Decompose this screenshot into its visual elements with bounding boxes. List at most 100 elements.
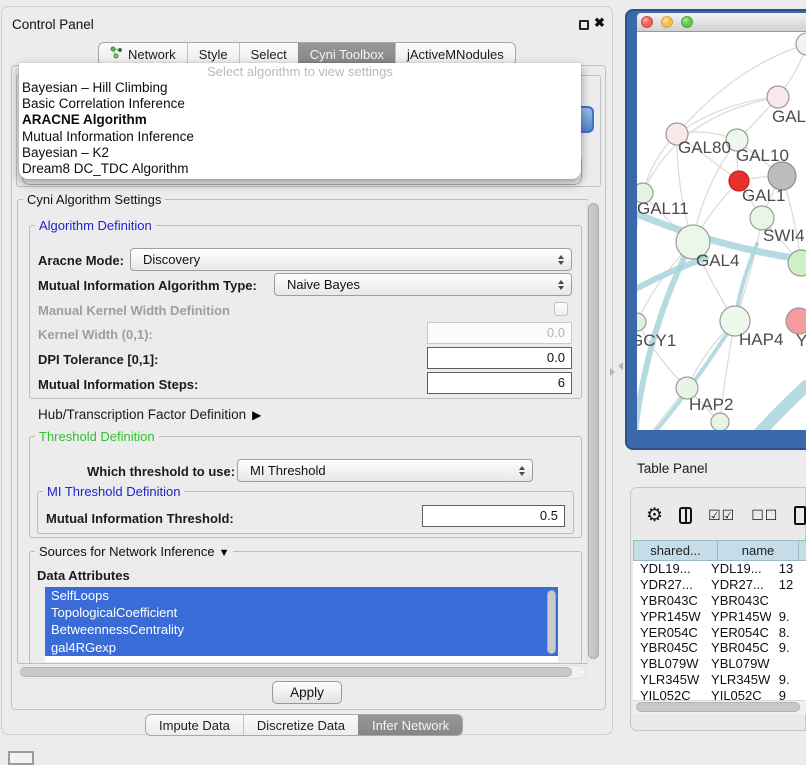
table-row[interactable]: YER054CYER054C8.: [633, 625, 806, 641]
network-node[interactable]: [711, 413, 729, 430]
tab-network[interactable]: Network: [99, 43, 187, 65]
attribute-item-selfloops[interactable]: SelfLoops: [45, 587, 558, 604]
page-icon[interactable]: [794, 506, 806, 525]
algorithm-option-basic-correlation-inference[interactable]: Basic Correlation Inference: [19, 96, 581, 112]
sources-title-row[interactable]: Sources for Network Inference ▼: [35, 545, 233, 560]
deselect-all-icon[interactable]: ☐☐: [751, 508, 778, 522]
tab-jactivemnodules[interactable]: jActiveMNodules: [395, 43, 515, 65]
sources-title: Sources for Network Inference: [39, 544, 215, 559]
algorithm-dropdown-prompt: Select algorithm to view settings: [19, 63, 581, 80]
splitter-collapse-icon[interactable]: [610, 368, 615, 376]
node-label-gal4: GAL4: [696, 251, 739, 270]
tab-cyni-toolbox[interactable]: Cyni Toolbox: [298, 43, 395, 65]
expand-right-icon: ▶: [252, 408, 261, 422]
manual-kernel-width-label: Manual Kernel Width Definition: [38, 303, 230, 318]
table-cell: YER054C: [704, 625, 772, 641]
float-window-button[interactable]: [579, 20, 589, 30]
table-horizontal-scrollbar-thumb[interactable]: [636, 702, 800, 712]
algorithm-option-bayesian-hill-climbing[interactable]: Bayesian – Hill Climbing: [19, 80, 581, 96]
table-row[interactable]: YBR043CYBR043C: [633, 593, 806, 609]
algorithm-option-dream8-dc-tdc-algorithm[interactable]: Dream8 DC_TDC Algorithm: [19, 161, 581, 177]
bottom-tab-label: Discretize Data: [257, 718, 345, 733]
mi-steps-field[interactable]: 6: [427, 372, 572, 394]
gear-icon[interactable]: ⚙: [646, 506, 663, 525]
table-toolbar: ⚙ ☑☑ ☐☐: [634, 498, 806, 532]
table-cell: YDR27...: [704, 577, 772, 593]
network-node-gcy1[interactable]: [637, 313, 646, 331]
close-window-button[interactable]: [641, 16, 653, 28]
settings-horizontal-scrollbar-thumb[interactable]: [20, 667, 572, 677]
algorithm-option-mutual-information-inference[interactable]: Mutual Information Inference: [19, 129, 581, 145]
tab-style[interactable]: Style: [187, 43, 239, 65]
kernel-width-label: Kernel Width (0,1):: [38, 327, 153, 342]
table-cell: 12: [772, 577, 806, 593]
spinner-arrows-icon: [519, 466, 525, 476]
bottom-tab-discretize-data[interactable]: Discretize Data: [243, 715, 358, 735]
bottom-tab-impute-data[interactable]: Impute Data: [146, 715, 243, 735]
table-cell: YDR27...: [633, 577, 704, 593]
mi-threshold-label: Mutual Information Threshold:: [46, 511, 234, 526]
table-cell: YDL19...: [704, 561, 772, 577]
node-label-gal1: GAL1: [742, 186, 785, 205]
table-panel-title: Table Panel: [637, 461, 708, 476]
attributes-scrollbar-thumb[interactable]: [547, 590, 556, 654]
network-view-canvas[interactable]: GALGAL80GAL10GAL1GAL11GAL4SWI4GCY1HAP4YH…: [637, 32, 806, 430]
collapsed-panel-icon[interactable]: [8, 751, 34, 765]
settings-vertical-scrollbar-thumb[interactable]: [588, 203, 599, 659]
close-panel-button[interactable]: ✖: [594, 15, 605, 31]
zoom-window-button[interactable]: [681, 16, 693, 28]
table-cell: YPR145W: [704, 609, 772, 625]
table-cell: 8.: [772, 625, 806, 641]
which-threshold-select[interactable]: MI Threshold: [237, 459, 533, 482]
mi-threshold-field[interactable]: 0.5: [422, 505, 565, 527]
algorithm-option-bayesian-k2[interactable]: Bayesian – K2: [19, 145, 581, 161]
table-cell: YBR043C: [704, 593, 772, 609]
split-columns-icon[interactable]: [679, 507, 692, 524]
threshold-definition-title: Threshold Definition: [35, 430, 159, 443]
table-cell: YLR345W: [704, 672, 772, 688]
table-cell: YBR043C: [633, 593, 704, 609]
network-node-gal[interactable]: [767, 86, 789, 108]
table-cell: YBR045C: [633, 640, 704, 656]
spinner-arrows-icon: [558, 255, 564, 265]
column-header-shared[interactable]: shared...: [633, 540, 718, 561]
network-node[interactable]: [796, 33, 806, 55]
table-row[interactable]: YDL19...YDL19...13: [633, 561, 806, 577]
table-cell: 9.: [772, 672, 806, 688]
mi-algorithm-type-select[interactable]: Naive Bayes: [274, 273, 572, 296]
network-window-titlebar[interactable]: [637, 13, 806, 32]
node-label-hap4: HAP4: [739, 330, 783, 349]
column-header-name[interactable]: name: [718, 540, 799, 561]
dpi-tolerance-field[interactable]: 0.0: [427, 347, 572, 369]
node-label-gal10: GAL10: [736, 146, 789, 165]
minimize-window-button[interactable]: [661, 16, 673, 28]
tab-label: Network: [128, 47, 176, 62]
bottom-tab-infer-network[interactable]: Infer Network: [358, 715, 462, 735]
expand-down-icon: ▼: [219, 547, 230, 559]
algorithm-dropdown-list: Select algorithm to view settings Bayesi…: [19, 63, 581, 179]
hub-definition-label: Hub/Transcription Factor Definition: [38, 407, 246, 422]
column-header-cut[interactable]: [799, 540, 806, 561]
tab-select[interactable]: Select: [239, 43, 298, 65]
data-attributes-label: Data Attributes: [37, 568, 130, 583]
apply-button[interactable]: Apply: [272, 681, 342, 704]
table-row[interactable]: YDR27...YDR27...12: [633, 577, 806, 593]
manual-kernel-width-checkbox[interactable]: [554, 302, 568, 316]
kernel-width-field[interactable]: 0.0: [427, 322, 572, 344]
aracne-mode-select[interactable]: Discovery: [130, 248, 572, 271]
tab-label: jActiveMNodules: [407, 47, 504, 62]
table-row[interactable]: YPR145WYPR145W9.: [633, 609, 806, 625]
data-attributes-list: SelfLoopsTopologicalCoefficientBetweenne…: [45, 587, 558, 662]
attribute-item-betweennesscentrality[interactable]: BetweennessCentrality: [45, 621, 558, 638]
algorithm-option-aracne-algorithm[interactable]: ARACNE Algorithm: [19, 112, 581, 128]
hub-definition-expander[interactable]: Hub/Transcription Factor Definition ▶: [38, 407, 261, 422]
node-label-gcy1: GCY1: [637, 331, 676, 350]
table-row[interactable]: YBL079WYBL079W: [633, 656, 806, 672]
network-node-swi4[interactable]: [788, 250, 806, 276]
table-row[interactable]: YBR045CYBR045C9.: [633, 640, 806, 656]
table-row[interactable]: YLR345WYLR345W9.: [633, 672, 806, 688]
select-all-icon[interactable]: ☑☑: [708, 508, 735, 522]
attribute-item-gal4rgexp[interactable]: gal4RGexp: [45, 639, 558, 656]
splitter-expand-icon[interactable]: [618, 362, 623, 370]
attribute-item-topologicalcoefficient[interactable]: TopologicalCoefficient: [45, 604, 558, 621]
